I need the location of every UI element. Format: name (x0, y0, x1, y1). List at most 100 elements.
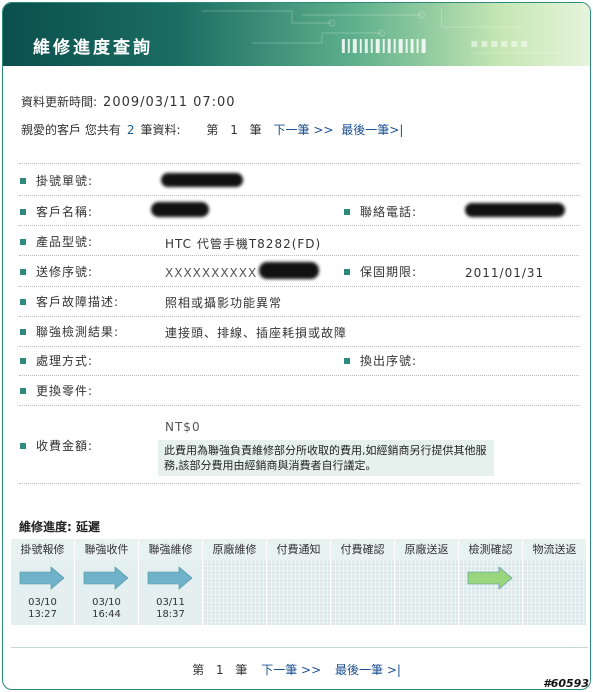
bottom-pager: 第 1 筆 下一筆 >> 最後一筆 >| (3, 661, 590, 678)
swap-serial-label: 換出序號: (360, 354, 418, 368)
progress-step: 檢測確認 (459, 539, 522, 625)
divider (19, 316, 579, 317)
progress-step: 聯強維修 03/11 18:37 (139, 539, 202, 625)
divider (19, 405, 579, 406)
bullet-icon (20, 239, 26, 245)
record-summary: 親愛的客戶 您共有 2 筆資料: 第 1 筆 下一筆 >> 最後一筆>| (21, 121, 403, 138)
progress-step-label: 檢測確認 (459, 539, 522, 561)
fault-label: 客戶故障描述: (36, 295, 120, 309)
progress-step-label: 聯強收件 (75, 539, 138, 561)
divider (19, 255, 579, 256)
bullet-icon (20, 358, 26, 364)
divider (19, 163, 579, 164)
redacted-serial (259, 262, 319, 279)
model-label: 產品型號: (36, 235, 94, 249)
progress-step-date: 03/10 (28, 597, 57, 608)
update-time: 資料更新時間: 2009/03/11 07:00 (21, 93, 236, 110)
redacted-customer-name (151, 202, 209, 217)
bullet-icon (20, 388, 26, 394)
page-number: 1 (230, 123, 238, 137)
divider (19, 375, 579, 376)
progress-step-time: 16:44 (92, 609, 121, 620)
progress-step: 付費確認 (331, 539, 394, 625)
divider (19, 195, 579, 196)
progress-step-date: 03/10 (92, 597, 121, 608)
arrow-right-icon (139, 563, 202, 593)
fee-label: 收費金額: (36, 439, 94, 453)
progress-step-time: 18:37 (156, 609, 185, 620)
fault-value: 照相或攝影功能異常 (165, 296, 283, 310)
progress-step: 聯強收件 03/10 16:44 (75, 539, 138, 625)
inspect-label: 聯強檢測結果: (36, 325, 120, 339)
progress-step-time: 13:27 (28, 609, 57, 620)
serial-value: XXXXXXXXXX (165, 266, 258, 280)
divider (19, 346, 579, 347)
redacted-phone (465, 203, 565, 217)
parts-label: 更換零件: (36, 384, 94, 398)
phone-label: 聯絡電話: (360, 205, 418, 219)
next-record-link[interactable]: 下一筆 >> (274, 123, 334, 137)
redacted-ticket-number (161, 173, 243, 187)
divider (11, 647, 588, 648)
progress-step: 付費通知 (267, 539, 330, 625)
bullet-icon (20, 443, 26, 449)
pager-last-link[interactable]: 最後一筆 >| (335, 663, 401, 677)
bullet-icon (344, 209, 350, 215)
progress-step-label: 物流送返 (523, 539, 586, 561)
pager-suffix: 筆 (235, 663, 248, 677)
bullet-icon (20, 178, 26, 184)
divider (19, 483, 579, 484)
bullet-icon (20, 269, 26, 275)
fee-value: NT$0 (165, 420, 201, 434)
bullet-icon (344, 358, 350, 364)
customer-label: 客戶名稱: (36, 205, 94, 219)
summary-prefix: 親愛的客戶 您共有 (21, 123, 121, 137)
divider (19, 286, 579, 287)
progress-step: 原廠送返 (395, 539, 458, 625)
page-header: 維修進度查詢 (3, 3, 590, 66)
record-count: 2 (126, 123, 135, 137)
progress-tracker: 掛號報修 03/10 13:27 聯強收件 03/10 16:44 聯強維修 03/11 18:… (11, 539, 588, 625)
page-prefix: 第 (206, 123, 219, 137)
watermark: #60593 (543, 677, 589, 690)
pager-prefix: 第 (192, 663, 205, 677)
progress-step-label: 付費通知 (267, 539, 330, 561)
progress-step-label: 付費確認 (331, 539, 394, 561)
repair-status-panel: 維修進度查詢 資料更新時間: 2009/03/11 07:00 親愛的客戶 您共有… (2, 2, 591, 690)
pager-page: 1 (215, 663, 224, 677)
last-record-link[interactable]: 最後一筆>| (341, 123, 403, 137)
progress-step-label: 聯強維修 (139, 539, 202, 561)
handling-label: 處理方式: (36, 354, 94, 368)
arrow-right-icon (459, 563, 522, 593)
progress-step: 掛號報修 03/10 13:27 (11, 539, 74, 625)
inspect-value: 連接頭、排線、插座耗損或故障 (165, 326, 348, 340)
progress-step: 原廠維修 (203, 539, 266, 625)
model-value: HTC 代管手機T8282(FD) (165, 237, 322, 251)
ticket-label: 掛號單號: (36, 174, 94, 188)
arrow-right-icon (75, 563, 138, 593)
progress-step-label: 原廠維修 (203, 539, 266, 561)
progress-step: 物流送返 (523, 539, 586, 625)
divider (19, 225, 579, 226)
progress-step-timestamp: 03/10 16:44 (75, 597, 138, 621)
bullet-icon (20, 329, 26, 335)
page-suffix: 筆 (249, 123, 262, 137)
page-title: 維修進度查詢 (33, 38, 153, 58)
progress-title: 維修進度: 延遲 (19, 520, 100, 534)
bullet-icon (20, 299, 26, 305)
progress-step-timestamp: 03/11 18:37 (139, 597, 202, 621)
warranty-value: 2011/01/31 (465, 266, 545, 280)
pager-next-link[interactable]: 下一筆 >> (261, 663, 321, 677)
progress-step-timestamp: 03/10 13:27 (11, 597, 74, 621)
bullet-icon (344, 269, 350, 275)
update-time-value: 2009/03/11 07:00 (103, 95, 236, 110)
progress-step-label: 原廠送返 (395, 539, 458, 561)
progress-step-date: 03/11 (156, 597, 185, 608)
warranty-label: 保固期限: (360, 265, 418, 279)
bullet-icon (20, 209, 26, 215)
fee-note: 此費用為聯強負責維修部分所收取的費用,如經銷商另行提供其他服務,該部分費用由經銷… (158, 440, 494, 476)
progress-step-label: 掛號報修 (11, 539, 74, 561)
summary-suffix: 筆資料: (140, 123, 181, 137)
arrow-right-icon (11, 563, 74, 593)
update-time-label: 資料更新時間: (21, 95, 98, 109)
